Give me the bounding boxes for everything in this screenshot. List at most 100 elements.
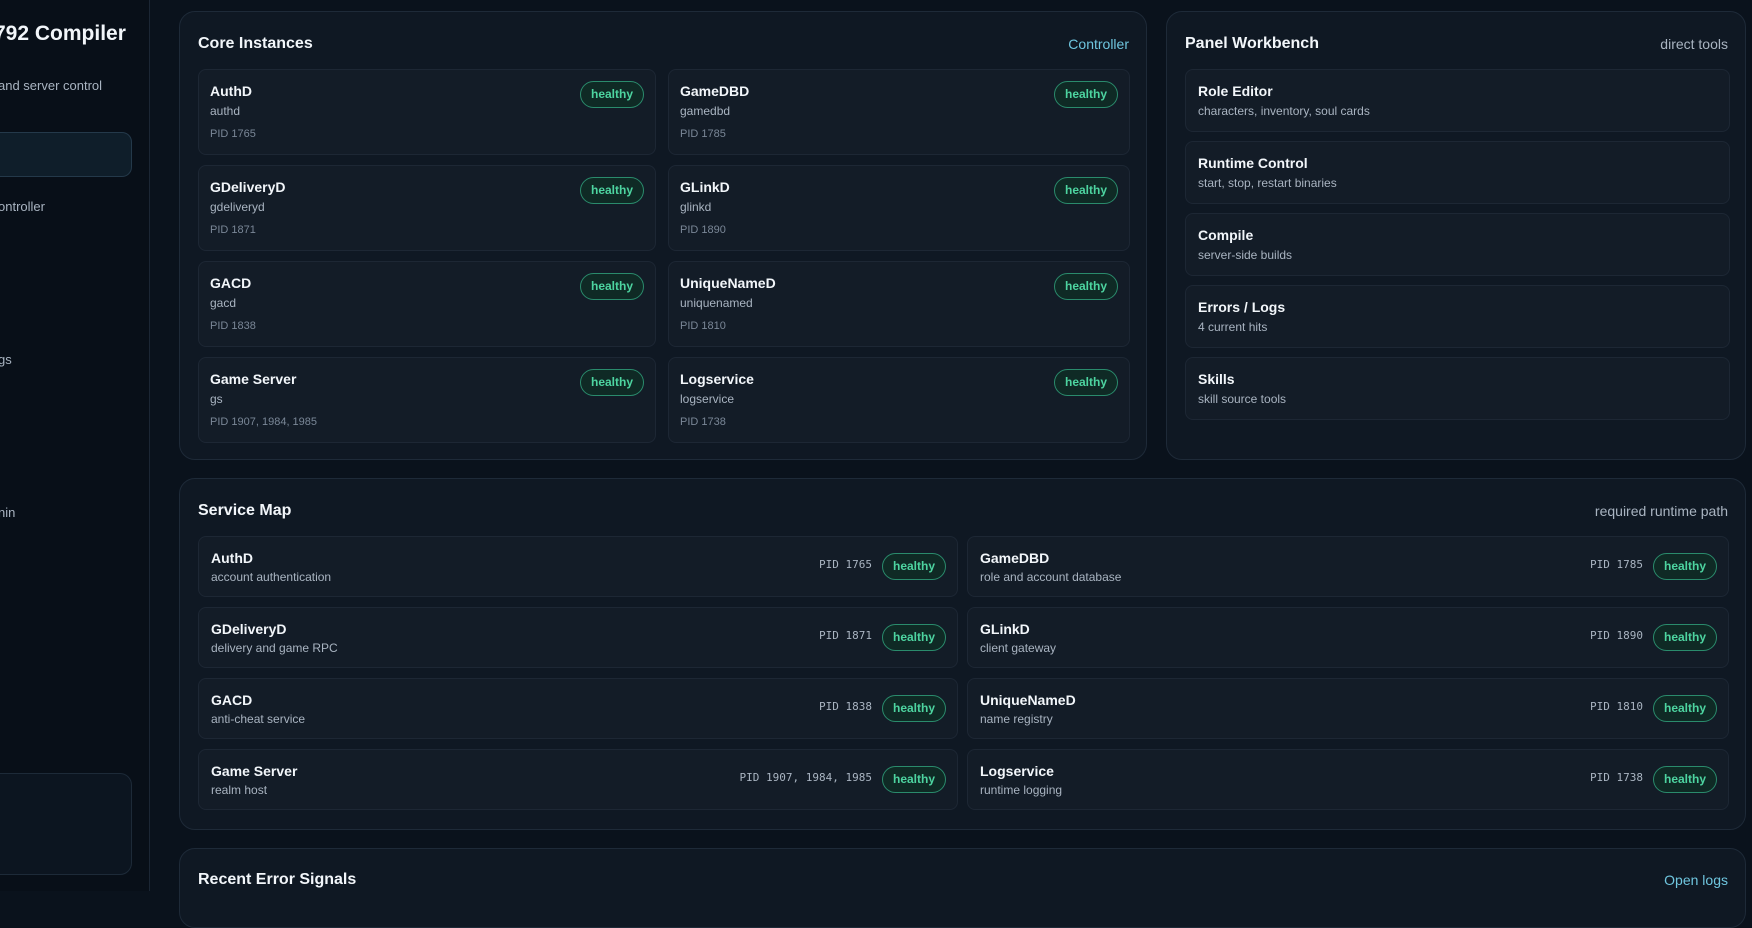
sidebar-item-logs[interactable]: gs xyxy=(0,352,12,367)
workbench-item-title: Compile xyxy=(1198,227,1254,243)
service-name: GDeliveryD xyxy=(211,621,287,637)
service-name: Game Server xyxy=(211,763,298,779)
service-map-title: Service Map xyxy=(198,502,292,519)
status-badge: healthy xyxy=(579,81,644,108)
service-name: UniqueNameD xyxy=(980,692,1076,708)
instance-key: authd xyxy=(210,104,241,118)
instance-card-game-server[interactable]: Game Server gs PID 1907, 1984, 1985 heal… xyxy=(198,357,656,443)
workbench-item-title: Skills xyxy=(1198,371,1235,387)
status-badge: healthy xyxy=(881,553,946,580)
instance-pid: PID 1810 xyxy=(680,320,726,332)
service-desc: role and account database xyxy=(980,570,1122,584)
recent-errors-title: Recent Error Signals xyxy=(198,871,357,888)
instance-key: gamedbd xyxy=(680,104,731,118)
instance-pid: PID 1890 xyxy=(680,224,726,236)
workbench-item-errors-logs[interactable]: Errors / Logs 4 current hits xyxy=(1185,285,1730,348)
instance-card-glinkd[interactable]: GLinkD glinkd PID 1890 healthy xyxy=(668,165,1130,251)
workbench-item-sub: skill source tools xyxy=(1198,392,1287,406)
app-title: 792 Compiler xyxy=(0,22,126,45)
panel-workbench: Panel Workbench direct tools Role Editor… xyxy=(1166,11,1746,460)
instance-key: uniquenamed xyxy=(680,296,753,310)
service-row-gamedbd[interactable]: GameDBD role and account database PID 17… xyxy=(967,536,1729,597)
workbench-item-title: Errors / Logs xyxy=(1198,299,1286,315)
service-row-game-server[interactable]: Game Server realm host PID 1907, 1984, 1… xyxy=(198,749,958,810)
core-instances-panel: Core Instances Controller AuthD authd PI… xyxy=(179,11,1147,460)
instance-pid: PID 1907, 1984, 1985 xyxy=(210,416,318,428)
instance-key: glinkd xyxy=(680,200,712,214)
sidebar-item-active[interactable] xyxy=(0,132,132,177)
status-badge: healthy xyxy=(1652,766,1717,793)
workbench-item-sub: server-side builds xyxy=(1198,248,1293,262)
service-pid: PID 1871 xyxy=(819,629,872,642)
service-pid: PID 1765 xyxy=(819,558,872,571)
instance-card-gamedbd[interactable]: GameDBD gamedbd PID 1785 healthy xyxy=(668,69,1130,155)
workbench-item-role-editor[interactable]: Role Editor characters, inventory, soul … xyxy=(1185,69,1730,132)
instance-key: logservice xyxy=(680,392,735,406)
service-desc: runtime logging xyxy=(980,783,1063,797)
service-name: GLinkD xyxy=(980,621,1030,637)
service-row-uniquenamed[interactable]: UniqueNameD name registry PID 1810 healt… xyxy=(967,678,1729,739)
instance-name: GLinkD xyxy=(680,179,730,195)
workbench-item-skills[interactable]: Skills skill source tools xyxy=(1185,357,1730,420)
sidebar: 792 Compiler and server control ontrolle… xyxy=(0,0,150,891)
status-badge: healthy xyxy=(1053,369,1118,396)
instance-card-gacd[interactable]: GACD gacd PID 1838 healthy xyxy=(198,261,656,347)
workbench-item-compile[interactable]: Compile server-side builds xyxy=(1185,213,1730,276)
workbench-item-sub: start, stop, restart binaries xyxy=(1198,176,1337,190)
core-instances-title: Core Instances xyxy=(198,35,313,52)
service-row-gacd[interactable]: GACD anti-cheat service PID 1838 healthy xyxy=(198,678,958,739)
instance-pid: PID 1738 xyxy=(680,416,726,428)
status-badge: healthy xyxy=(579,177,644,204)
service-row-gdeliveryd[interactable]: GDeliveryD delivery and game RPC PID 187… xyxy=(198,607,958,668)
workbench-item-runtime-control[interactable]: Runtime Control start, stop, restart bin… xyxy=(1185,141,1730,204)
instance-card-uniquenamed[interactable]: UniqueNameD uniquenamed PID 1810 healthy xyxy=(668,261,1130,347)
service-desc: realm host xyxy=(211,783,268,797)
workbench-subtitle: direct tools xyxy=(1660,36,1728,52)
status-badge: healthy xyxy=(881,695,946,722)
instance-card-gdeliveryd[interactable]: GDeliveryD gdeliveryd PID 1871 healthy xyxy=(198,165,656,251)
workbench-item-title: Runtime Control xyxy=(1198,155,1308,171)
service-row-logservice[interactable]: Logservice runtime logging PID 1738 heal… xyxy=(967,749,1729,810)
service-desc: name registry xyxy=(980,712,1053,726)
service-pid: PID 1838 xyxy=(819,700,872,713)
recent-errors-panel: Recent Error Signals Open logs xyxy=(179,848,1746,928)
instance-card-logservice[interactable]: Logservice logservice PID 1738 healthy xyxy=(668,357,1130,443)
status-badge: healthy xyxy=(1652,553,1717,580)
open-logs-link[interactable]: Open logs xyxy=(1664,872,1728,888)
status-badge: healthy xyxy=(881,766,946,793)
service-map-subtitle: required runtime path xyxy=(1594,503,1728,519)
service-row-authd[interactable]: AuthD account authentication PID 1765 he… xyxy=(198,536,958,597)
workbench-item-sub: 4 current hits xyxy=(1198,320,1268,334)
instance-name: UniqueNameD xyxy=(680,275,776,291)
service-desc: account authentication xyxy=(211,570,332,584)
service-pid: PID 1907, 1984, 1985 xyxy=(739,771,872,784)
service-desc: anti-cheat service xyxy=(211,712,306,726)
service-name: Logservice xyxy=(980,763,1054,779)
workbench-item-sub: characters, inventory, soul cards xyxy=(1198,104,1370,118)
status-badge: healthy xyxy=(1652,695,1717,722)
status-badge: healthy xyxy=(881,624,946,651)
instance-pid: PID 1871 xyxy=(210,224,256,236)
status-badge: healthy xyxy=(1652,624,1717,651)
instance-pid: PID 1785 xyxy=(680,128,726,140)
sidebar-item-admin[interactable]: nin xyxy=(0,505,15,520)
instance-key: gacd xyxy=(210,296,237,310)
instance-name: GACD xyxy=(210,275,252,291)
service-name: GameDBD xyxy=(980,550,1050,566)
service-desc: delivery and game RPC xyxy=(211,641,338,655)
service-pid: PID 1785 xyxy=(1590,558,1643,571)
service-pid: PID 1738 xyxy=(1590,771,1643,784)
status-badge: healthy xyxy=(1053,81,1118,108)
status-badge: healthy xyxy=(579,369,644,396)
service-map-panel: Service Map required runtime path AuthD … xyxy=(179,478,1746,830)
service-desc: client gateway xyxy=(980,641,1057,655)
instance-pid: PID 1838 xyxy=(210,320,256,332)
service-row-glinkd[interactable]: GLinkD client gateway PID 1890 healthy xyxy=(967,607,1729,668)
service-name: GACD xyxy=(211,692,253,708)
sidebar-item-controller[interactable]: ontroller xyxy=(0,199,45,214)
controller-link[interactable]: Controller xyxy=(1068,36,1129,52)
workbench-title: Panel Workbench xyxy=(1185,35,1319,52)
instance-card-authd[interactable]: AuthD authd PID 1765 healthy xyxy=(198,69,656,155)
instance-key: gs xyxy=(210,392,223,406)
workbench-item-title: Role Editor xyxy=(1198,83,1273,99)
